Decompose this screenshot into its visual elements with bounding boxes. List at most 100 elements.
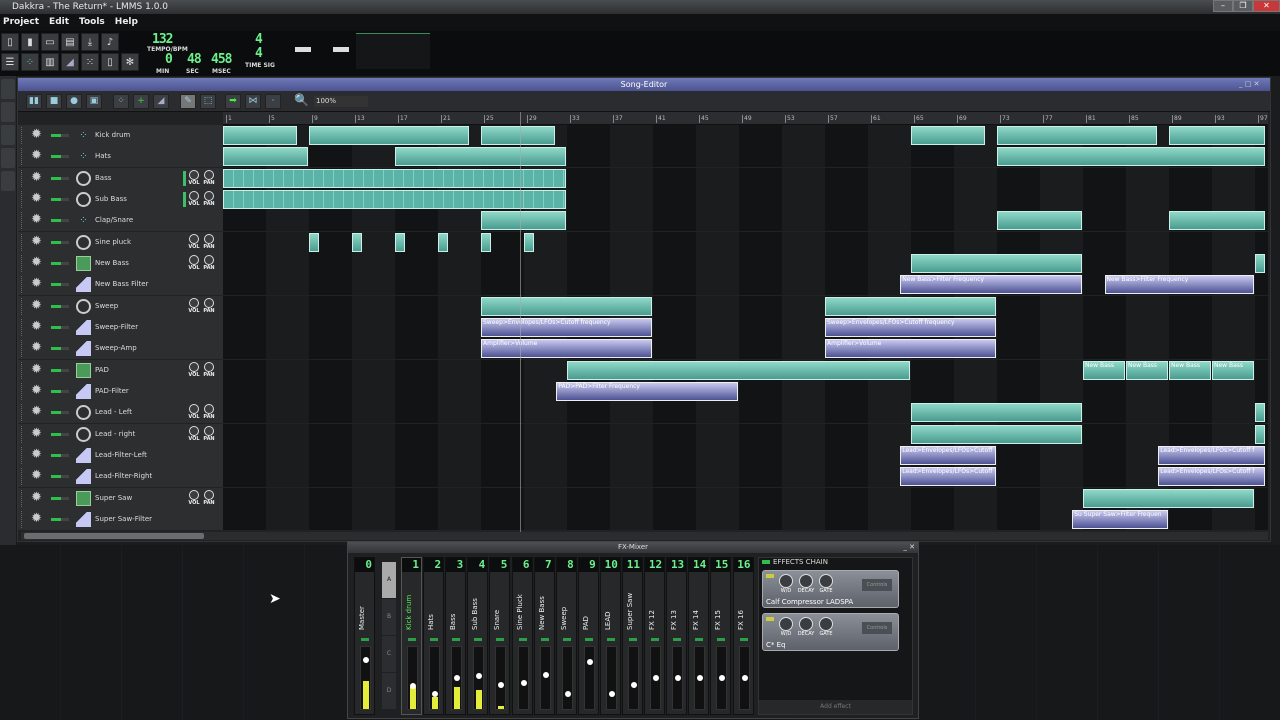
effect-knob-gate[interactable]: GATE [817, 617, 835, 637]
track-settings-gear-icon[interactable]: ✹ [31, 490, 42, 506]
vol-knob-dial-icon[interactable] [189, 361, 199, 372]
fader-handle[interactable] [410, 682, 416, 689]
mixer-channel[interactable]: 13 FX 13 [666, 557, 688, 715]
channel-mute-led[interactable] [584, 638, 593, 641]
mixer-channel[interactable]: 16 FX 16 [732, 557, 754, 715]
pattern-clip[interactable] [223, 147, 308, 167]
vol-knob-dial-icon[interactable] [189, 425, 199, 436]
pan-knob[interactable]: PAN [203, 254, 215, 271]
menu-help[interactable]: Help [115, 14, 138, 31]
track-mute-toggle[interactable] [51, 432, 69, 436]
pan-knob[interactable]: PAN [203, 233, 215, 250]
channel-mute-led[interactable] [496, 638, 505, 641]
fader-handle[interactable] [454, 675, 461, 681]
automation-pattern[interactable]: Lead>Envelopes/LFOs>Cutoff [900, 467, 996, 487]
pattern-clip[interactable] [352, 232, 362, 252]
pattern-clip[interactable] [911, 126, 986, 145]
channel-fader[interactable] [738, 646, 750, 710]
track-drag-handle[interactable] [21, 254, 24, 272]
effects-chain-toggle[interactable] [762, 560, 770, 564]
effect-enable-led[interactable] [766, 574, 774, 578]
effect-knob-decay[interactable]: DECAY [797, 574, 815, 594]
track-settings-gear-icon[interactable]: ✹ [31, 383, 42, 399]
track-drag-handle[interactable] [21, 148, 24, 166]
master-volume-slider[interactable] [295, 47, 311, 52]
mixer-channel[interactable]: 6 Sine Pluck [511, 557, 533, 715]
vol-knob[interactable]: VOL [188, 190, 200, 207]
track-settings-gear-icon[interactable]: ✹ [31, 468, 42, 484]
vol-knob[interactable]: VOL [188, 404, 200, 420]
add-automation-track-icon[interactable]: ◢ [153, 94, 169, 109]
automation-pattern[interactable]: Lead>Envelopes/LFOs>Cutoff f [1158, 445, 1265, 465]
track-drag-handle[interactable] [21, 404, 24, 422]
automation-editor-icon[interactable]: ◢ [61, 53, 79, 71]
mixer-channel[interactable]: 14 FX 14 [688, 557, 710, 715]
pan-knob-dial-icon[interactable] [204, 169, 214, 180]
track-drag-handle[interactable] [21, 382, 24, 400]
track-name[interactable]: Sine pluck [95, 232, 131, 253]
channel-mute-led[interactable] [518, 638, 527, 641]
track-name[interactable]: Clap/Snare [95, 210, 133, 231]
vol-knob-dial-icon[interactable] [189, 489, 199, 500]
fader-handle[interactable] [586, 658, 593, 665]
pan-knob[interactable]: PAN [203, 489, 215, 506]
vol-knob-dial-icon[interactable] [189, 254, 199, 265]
auto-scroll-icon[interactable]: ➡ [225, 94, 241, 109]
pan-knob[interactable]: PAN [203, 297, 215, 314]
track-settings-gear-icon[interactable]: ✹ [31, 511, 42, 527]
mixer-channel[interactable]: 1 Kick drum [401, 557, 422, 715]
track-drag-handle[interactable] [21, 489, 24, 507]
channel-fader[interactable] [473, 646, 485, 710]
track-drag-handle[interactable] [21, 340, 24, 358]
effect-knob-decay[interactable]: DECAY [797, 617, 815, 637]
pattern-clip[interactable] [223, 189, 566, 209]
pattern-clip[interactable] [1255, 253, 1265, 273]
pan-knob-dial-icon[interactable] [204, 233, 214, 244]
mixer-channel[interactable]: 3 Bass [445, 557, 467, 715]
channel-fader[interactable] [539, 646, 551, 710]
decay-dial-icon[interactable] [799, 574, 813, 588]
channel-fader[interactable] [716, 646, 728, 710]
track-lane[interactable]: New Bass>Filter Frequency New Bass>Filter… [223, 274, 1268, 296]
track-mute-toggle[interactable] [51, 517, 69, 521]
fader-handle[interactable] [741, 675, 748, 681]
fader-handle[interactable] [363, 656, 369, 663]
effect-controls-button[interactable]: Controls [862, 579, 892, 591]
track-mute-toggle[interactable] [51, 134, 69, 137]
channel-fader[interactable] [694, 646, 706, 710]
pan-knob[interactable]: PAN [203, 425, 215, 442]
channel-mute-led[interactable] [408, 638, 416, 641]
vol-knob-dial-icon[interactable] [189, 169, 199, 180]
pan-knob-dial-icon[interactable] [204, 404, 214, 415]
track-name[interactable]: Super Saw [95, 488, 132, 509]
track-name[interactable]: Lead - right [95, 424, 135, 445]
record-accompany-icon[interactable]: ▣ [86, 94, 102, 109]
loop-points-icon[interactable]: ⋈ [245, 94, 261, 109]
fader-handle[interactable] [719, 675, 726, 681]
effect-controls-button[interactable]: Controls [862, 622, 892, 634]
track-mute-toggle[interactable] [51, 325, 69, 329]
pattern-clip[interactable] [911, 424, 1082, 444]
track-name[interactable]: PAD-Filter [95, 381, 129, 402]
track-lane[interactable] [223, 146, 1268, 168]
track-settings-gear-icon[interactable]: ✹ [31, 170, 42, 186]
close-button[interactable]: ✕ [1253, 0, 1280, 12]
track-name[interactable]: Sweep-Filter [95, 317, 138, 338]
track-drag-handle[interactable] [21, 233, 24, 251]
pattern-clip[interactable] [481, 126, 556, 145]
maximize-button[interactable]: ❐ [1233, 0, 1253, 12]
mixer-bank-c[interactable]: C [382, 636, 396, 672]
track-settings-gear-icon[interactable]: ✹ [31, 404, 42, 420]
fader-handle[interactable] [675, 675, 682, 681]
track-drag-handle[interactable] [21, 361, 24, 379]
controller-rack-icon[interactable]: ✻ [121, 53, 139, 71]
track-mute-toggle[interactable] [51, 283, 69, 287]
track-lane[interactable]: Su Super Saw>Filter Frequen [223, 508, 1268, 530]
mixer-bank-a[interactable]: A [382, 562, 396, 598]
draw-mode-icon[interactable]: ✎ [180, 94, 196, 109]
automation-pattern[interactable]: Amplifier>Volume [825, 339, 996, 359]
track-lane[interactable]: PAD>PAD>Filter Frequency [223, 380, 1268, 402]
channel-mute-led[interactable] [361, 638, 369, 641]
channel-fader[interactable] [495, 646, 507, 710]
automation-pattern[interactable]: Sweep>Envelopes/LFOs>Cutoff frequency [825, 317, 996, 337]
